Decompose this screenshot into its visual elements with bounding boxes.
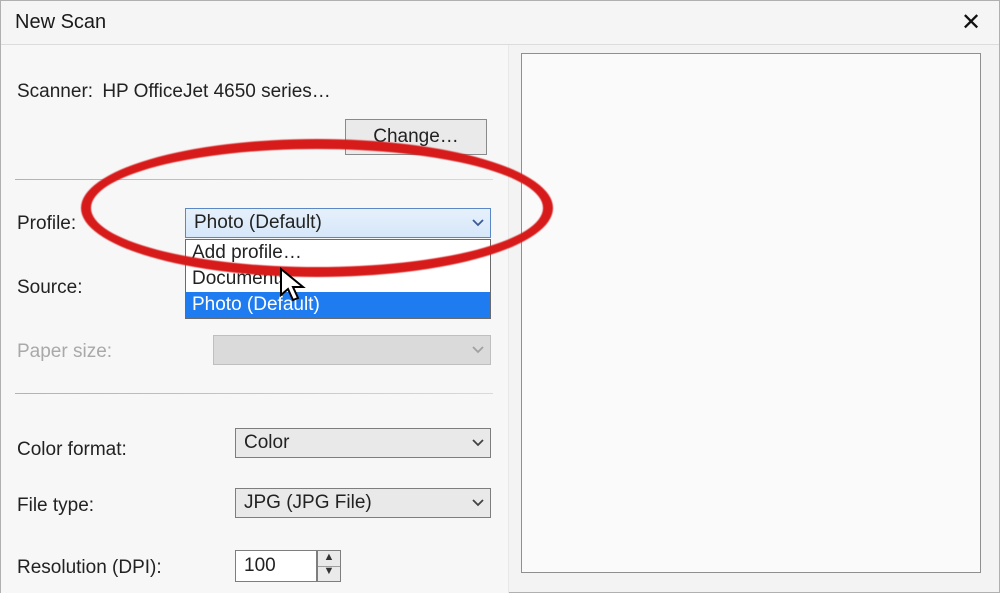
close-button[interactable]: ✕ <box>943 1 999 45</box>
scan-preview-panel <box>521 53 981 573</box>
window-title: New Scan <box>15 11 106 34</box>
chevron-down-icon <box>472 344 482 354</box>
chevron-down-icon <box>472 437 482 447</box>
new-scan-window: New Scan ✕ Scanner: HP OfficeJet 4650 se… <box>0 0 1000 593</box>
settings-panel: Scanner: HP OfficeJet 4650 series… Chang… <box>1 45 509 593</box>
file-type-label: File type: <box>17 495 94 516</box>
close-icon: ✕ <box>961 9 981 36</box>
chevron-down-icon <box>472 217 482 227</box>
change-scanner-button[interactable]: Change… <box>345 119 487 155</box>
profile-selected: Photo (Default) <box>194 212 322 234</box>
paper-size-label: Paper size: <box>17 341 112 362</box>
profile-label: Profile: <box>17 213 76 234</box>
spinner-down-icon[interactable]: ▼ <box>318 565 340 581</box>
profile-option-documents[interactable]: Documents <box>186 266 490 292</box>
file-type-selected: JPG (JPG File) <box>244 492 372 514</box>
color-format-label: Color format: <box>17 439 127 460</box>
profile-option-add[interactable]: Add profile… <box>186 240 490 266</box>
resolution-spinner[interactable]: 100 ▲ ▼ <box>235 550 341 582</box>
resolution-arrows: ▲ ▼ <box>317 550 341 582</box>
profile-dropdown[interactable]: Photo (Default) <box>185 208 491 238</box>
file-type-dropdown[interactable]: JPG (JPG File) <box>235 488 491 518</box>
chevron-down-icon <box>472 497 482 507</box>
paper-size-dropdown <box>213 335 491 365</box>
resolution-value[interactable]: 100 <box>235 550 317 582</box>
scanner-name: HP OfficeJet 4650 series… <box>102 81 330 102</box>
separator <box>15 179 493 180</box>
resolution-label: Resolution (DPI): <box>17 557 162 578</box>
change-scanner-button-label: Change… <box>373 126 459 147</box>
color-format-dropdown[interactable]: Color <box>235 428 491 458</box>
source-label: Source: <box>17 277 82 298</box>
scanner-row: Scanner: HP OfficeJet 4650 series… <box>17 81 497 103</box>
separator <box>15 393 493 394</box>
scanner-label-prefix: Scanner: <box>17 81 93 102</box>
profile-option-photo-default[interactable]: Photo (Default) <box>186 292 490 318</box>
profile-options-list[interactable]: Add profile… Documents Photo (Default) <box>185 239 491 319</box>
titlebar: New Scan ✕ <box>1 1 999 45</box>
color-format-selected: Color <box>244 432 289 454</box>
